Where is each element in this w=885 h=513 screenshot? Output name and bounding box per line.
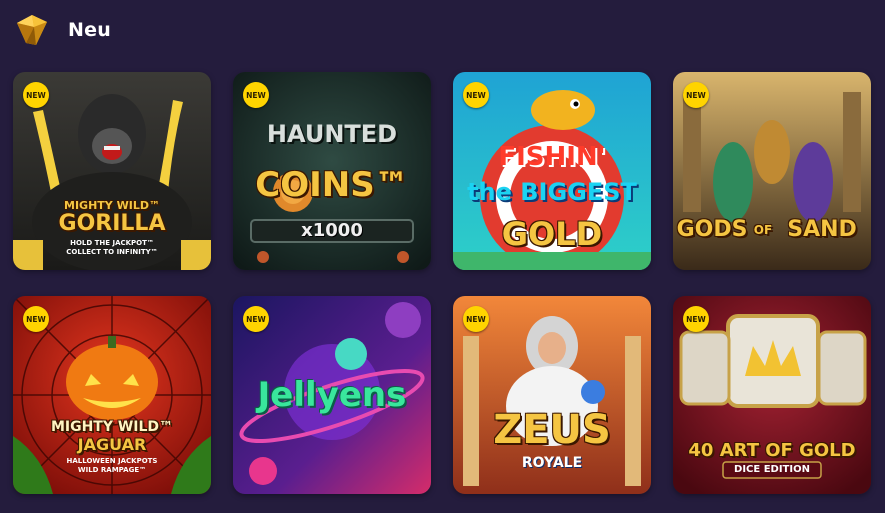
game-tile-zeus-royale[interactable]: NEW ZEUS ROYALE [453, 296, 651, 494]
game-title-line3: x1000 [301, 220, 363, 241]
section-title: Neu [68, 19, 111, 41]
game-tile-40-art-of-gold[interactable]: NEW 40 ART OF GOLD DICE EDITION [673, 296, 871, 494]
game-subtitle-line3: HALLOWEEN JACKPOTS [66, 457, 158, 465]
new-badge: NEW [463, 82, 489, 108]
game-title-line1: 40 ART OF GOLD [688, 440, 856, 461]
game-tile-haunted-coins[interactable]: NEW HAUNTED COINS™ x1000 [233, 72, 431, 270]
game-title-line1: ZEUS [493, 407, 611, 453]
game-subtitle-line3: HOLD THE JACKPOT™ [70, 239, 154, 247]
new-badge: NEW [683, 82, 709, 108]
game-tile-fishin-the-biggest-gold[interactable]: NEW FISHIN' the BIGGEST GOLD [453, 72, 651, 270]
game-tile-mighty-wild-gorilla[interactable]: NEW MIGHTY WILD™ GORILLA HOLD THE JACKPO… [13, 72, 211, 270]
game-title: Jellyens [257, 375, 407, 415]
new-badge: NEW [683, 306, 709, 332]
game-title-line2: GORILLA [58, 211, 166, 236]
new-badge: NEW [23, 306, 49, 332]
game-tile-gods-of-sand[interactable]: NEW GODS OF SAND [673, 72, 871, 270]
game-title-line1: HAUNTED [266, 120, 398, 148]
game-title-line1: FISHIN' [498, 142, 606, 172]
game-title-line2: the BIGGEST [467, 178, 637, 206]
game-title-line2: JAGUAR [77, 435, 147, 454]
game-tile-jellyens[interactable]: NEW Jellyens [233, 296, 431, 494]
new-badge: NEW [23, 82, 49, 108]
new-badge: NEW [463, 306, 489, 332]
game-title-line3: GOLD [501, 215, 603, 253]
game-title-line2: COINS™ [255, 165, 409, 205]
game-subtitle-line4: COLLECT TO INFINITY™ [66, 248, 158, 256]
game-tile-mighty-wild-jaguar[interactable]: NEW MIGHTY WILD™ JAGUAR HALLOWEEN JACKPO… [13, 296, 211, 494]
gem-icon [17, 15, 47, 45]
game-subtitle-line4: WILD RAMPAGE™ [77, 466, 147, 474]
game-title-line1: MIGHTY WILD™ [50, 419, 174, 435]
section-header: Neu [12, 12, 111, 48]
new-badge: NEW [243, 306, 269, 332]
new-badge: NEW [243, 82, 269, 108]
game-title-line3: SAND [787, 217, 857, 242]
game-title-line2: ROYALE [521, 455, 583, 471]
game-title-line2: DICE EDITION [734, 464, 810, 475]
game-title-line1: MIGHTY WILD™ [64, 199, 160, 212]
